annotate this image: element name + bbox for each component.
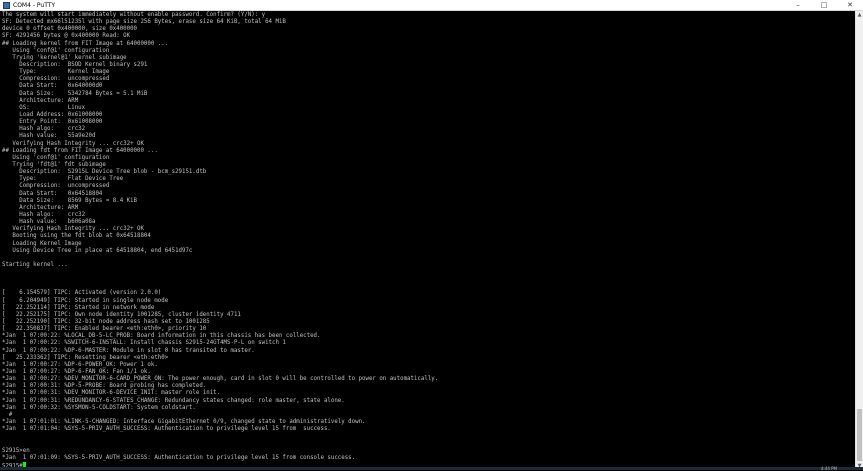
terminal-line: ## Loading kernel from FIT Image at 6400… [2, 40, 169, 47]
terminal-line: S2915>en [2, 447, 30, 454]
terminal-line: [ 22.350837] TIPC: Enabled bearer <eth:e… [2, 326, 207, 333]
terminal-line: Hash value: 55a9e20d [2, 133, 96, 140]
terminal-line: Hash value: b606a08a [2, 219, 96, 226]
close-button[interactable]: ✕ [837, 0, 863, 11]
terminal-line: [ 22.252190] TIPC: 32-bit node address h… [2, 319, 210, 326]
terminal-line: [ 6.154579] TIPC: Activated (version 2.0… [2, 290, 162, 297]
terminal-line: Compression: uncompressed [2, 183, 110, 190]
terminal-line: Data Size: 8569 Bytes = 8.4 KiB [2, 197, 138, 204]
terminal-line: *Jan 1 07:00:27: %DP-6-FAN_OK: Fan 1/1 o… [2, 369, 151, 376]
terminal-line: Entry Point: 0x61008000 [2, 119, 103, 126]
terminal-line: Trying 'fdt@1' fdt subimage [2, 161, 106, 168]
terminal-line: *Jan 1 07:00:31: %DEV_MONITOR-6-DEVICE_I… [2, 390, 221, 397]
terminal-line: Load Address: 0x61008000 [2, 111, 103, 118]
terminal-line: Verifying Hash Integrity ... crc32+ OK [2, 140, 144, 147]
terminal-line: The system will start immediately withou… [2, 12, 266, 18]
terminal-line: ## Loading fdt from FIT Image at 6400000… [2, 147, 158, 154]
terminal-text: The system will start immediately withou… [0, 11, 855, 469]
terminal-line: Type: Flat Device Tree [2, 176, 124, 183]
terminal-line: Architecture: ARM [2, 97, 79, 104]
terminal-line: Compression: uncompressed [2, 76, 110, 83]
window-title: COM4 - PuTTY [13, 1, 56, 9]
terminal-line: Data Start: 0x640000d0 [2, 83, 103, 90]
terminal-line: *Jan 1 07:01:04: %SYS-5-PRIV_AUTH_SUCCES… [2, 426, 331, 433]
terminal-output[interactable]: The system will start immediately withou… [0, 11, 855, 470]
terminal-line: *Jan 1 07:01:01: %LINK-5-CHANGED: Interf… [2, 419, 366, 426]
terminal-line: OS: Linux [2, 104, 86, 111]
vertical-scrollbar[interactable]: ▲ ▼ [855, 11, 863, 470]
terminal-line: [ 25.233362] TIPC: Resetting bearer <eth… [2, 354, 169, 361]
terminal-line: Booting using the fdt blob at 0x64518804 [2, 233, 151, 240]
scroll-thumb[interactable] [857, 409, 862, 461]
terminal-line: Loading Kernel Image [2, 240, 82, 247]
terminal-line: Using 'conf@1' configuration [2, 154, 110, 161]
terminal-line: Description: S2915L Device Tree blob - b… [2, 169, 207, 176]
terminal-line: Trying 'kernel@1' kernel subimage [2, 54, 127, 61]
terminal-line: Starting kernel ... [2, 261, 68, 268]
terminal-line: Using 'conf@1' configuration [2, 47, 110, 54]
terminal-line: SF: Detected mx66l51235l with page size … [2, 19, 286, 26]
terminal-line: Data Start: 0x64518804 [2, 190, 103, 197]
terminal-line: Description: BSOD Kernel binary s291 [2, 61, 148, 68]
terminal-line: [ 22.252114] TIPC: Started in network mo… [2, 304, 155, 311]
terminal-line: Hash algo: crc32 [2, 211, 86, 218]
terminal-line: Type: Kernel Image [2, 69, 110, 76]
terminal-line: [ 6.204949] TIPC: Started in single node… [2, 297, 169, 304]
terminal-line: *Jan 1 07:00:22: %SWITCH-6-INSTALL: Inst… [2, 340, 286, 347]
terminal-line: *Jan 1 07:00:27: %DEV_MONITOR-6-CARD_POW… [2, 376, 439, 383]
window-controls: – □ ✕ [785, 0, 863, 11]
terminal-line: *Jan 1 07:00:31: %DP-5-PROBE: Board prob… [2, 383, 207, 390]
terminal-line: Hash algo: crc32 [2, 126, 86, 133]
scroll-up-arrow-icon[interactable]: ▲ [856, 11, 863, 19]
terminal-line: *Jan 1 07:00:22: %LOCAL_DB-5-LC_PROB: Bo… [2, 333, 321, 340]
terminal-line: *Jan 1 07:00:22: %DP-6-MASTER: Module in… [2, 347, 255, 354]
terminal-line: device 0 offset 0x400000, size 0x400000 [2, 26, 138, 33]
maximize-button[interactable]: □ [811, 0, 837, 11]
terminal-line: *Jan 1 07:00:32: %SYSMON-5-COLDSTART: Sy… [2, 404, 196, 411]
terminal-line: Using Device Tree in place at 64518804, … [2, 247, 193, 254]
terminal-line: *Jan 1 07:01:09: %SYS-5-PRIV_AUTH_SUCCES… [2, 454, 356, 461]
terminal-line: Architecture: ARM [2, 204, 79, 211]
window-titlebar[interactable]: COM4 - PuTTY – □ ✕ [0, 0, 863, 11]
terminal-line: Data Size: 5342784 Bytes = 5.1 MiB [2, 90, 148, 97]
putty-app-icon[interactable] [3, 1, 10, 9]
minimize-button[interactable]: – [785, 0, 811, 11]
terminal-line: SF: 4291456 bytes @ 0x400000 Read: OK [2, 33, 131, 40]
terminal-line: *Jan 1 07:00:27: %DP-6-POWER_OK: Power 1… [2, 361, 158, 368]
terminal-line: [ 22.252175] TIPC: Own node identity 100… [2, 311, 241, 318]
terminal-line: # [2, 411, 13, 418]
terminal-line: Verifying Hash Integrity ... crc32+ OK [2, 226, 144, 233]
terminal-line: *Jan 1 07:00:31: %REDUNDANCY-6-STATES_CH… [2, 397, 345, 404]
